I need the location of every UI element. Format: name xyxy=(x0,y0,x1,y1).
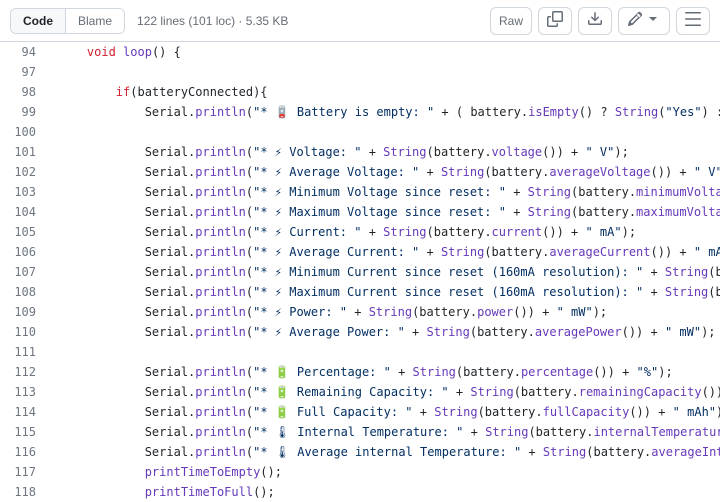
file-toolbar: Code Blame 122 lines (101 loc) · 5.35 KB… xyxy=(0,0,720,42)
code-line[interactable]: 104 Serial.println("* ⚡ Maximum Voltage … xyxy=(0,202,720,222)
code-content: Serial.println("* ⚡ Average Current: " +… xyxy=(50,242,720,262)
edit-button[interactable] xyxy=(618,7,670,35)
line-number[interactable]: 97 xyxy=(0,62,50,82)
code-content: Serial.println("* ⚡ Maximum Current sinc… xyxy=(50,282,720,302)
code-content: Serial.println("* 🪫 Battery is empty: " … xyxy=(50,102,720,122)
code-line[interactable]: 98 if(batteryConnected){ xyxy=(0,82,720,102)
code-content: Serial.println("* ⚡ Average Voltage: " +… xyxy=(50,162,720,182)
code-line[interactable]: 100 xyxy=(0,122,720,142)
code-content xyxy=(50,122,720,142)
code-content: Serial.println("* ⚡ Voltage: " + String(… xyxy=(50,142,720,162)
line-number[interactable]: 110 xyxy=(0,322,50,342)
code-content: printTimeToFull(); xyxy=(50,482,720,502)
code-content: Serial.println("* ⚡ Power: " + String(ba… xyxy=(50,302,720,322)
code-line[interactable]: 117 printTimeToEmpty(); xyxy=(0,462,720,482)
toolbar-actions: Raw xyxy=(490,7,710,35)
code-content: Serial.println("* 🌡 Internal Temperature… xyxy=(50,422,720,442)
line-number[interactable]: 108 xyxy=(0,282,50,302)
code-content xyxy=(50,62,720,82)
pencil-icon xyxy=(627,11,643,30)
code-content: Serial.println("* ⚡ Current: " + String(… xyxy=(50,222,720,242)
line-number[interactable]: 118 xyxy=(0,482,50,502)
code-line[interactable]: 111 xyxy=(0,342,720,362)
view-toggle: Code Blame xyxy=(10,8,125,34)
code-tab[interactable]: Code xyxy=(11,9,65,33)
chevron-down-icon xyxy=(645,11,661,30)
line-number[interactable]: 100 xyxy=(0,122,50,142)
file-meta: 122 lines (101 loc) · 5.35 KB xyxy=(137,14,288,28)
copy-button[interactable] xyxy=(538,7,572,35)
code-line[interactable]: 114 Serial.println("* 🔋 Full Capacity: "… xyxy=(0,402,720,422)
line-number[interactable]: 94 xyxy=(0,42,50,62)
code-line[interactable]: 109 Serial.println("* ⚡ Power: " + Strin… xyxy=(0,302,720,322)
code-line[interactable]: 112 Serial.println("* 🔋 Percentage: " + … xyxy=(0,362,720,382)
code-content: Serial.println("* ⚡ Maximum Voltage sinc… xyxy=(50,202,720,222)
code-content: Serial.println("* ⚡ Average Power: " + S… xyxy=(50,322,720,342)
code-content: Serial.println("* 🌡 Average internal Tem… xyxy=(50,442,720,462)
code-content: Serial.println("* 🔋 Remaining Capacity: … xyxy=(50,382,720,402)
code-line[interactable]: 97 xyxy=(0,62,720,82)
line-number[interactable]: 115 xyxy=(0,422,50,442)
code-line[interactable]: 101 Serial.println("* ⚡ Voltage: " + Str… xyxy=(0,142,720,162)
code-content: Serial.println("* 🔋 Percentage: " + Stri… xyxy=(50,362,720,382)
download-button[interactable] xyxy=(578,7,612,35)
code-line[interactable]: 94 void loop() { xyxy=(0,42,720,62)
code-line[interactable]: 115 Serial.println("* 🌡 Internal Tempera… xyxy=(0,422,720,442)
code-content: Serial.println("* ⚡ Minimum Voltage sinc… xyxy=(50,182,720,202)
symbols-button[interactable] xyxy=(676,7,710,35)
line-number[interactable]: 117 xyxy=(0,462,50,482)
line-number[interactable]: 101 xyxy=(0,142,50,162)
code-view[interactable]: 94 void loop() {9798 if(batteryConnected… xyxy=(0,42,720,502)
code-line[interactable]: 105 Serial.println("* ⚡ Current: " + Str… xyxy=(0,222,720,242)
code-line[interactable]: 110 Serial.println("* ⚡ Average Power: "… xyxy=(0,322,720,342)
symbols-icon xyxy=(685,11,701,30)
code-line[interactable]: 116 Serial.println("* 🌡 Average internal… xyxy=(0,442,720,462)
code-content xyxy=(50,342,720,362)
copy-icon xyxy=(547,11,563,30)
code-line[interactable]: 103 Serial.println("* ⚡ Minimum Voltage … xyxy=(0,182,720,202)
code-content: printTimeToEmpty(); xyxy=(50,462,720,482)
code-line[interactable]: 118 printTimeToFull(); xyxy=(0,482,720,502)
code-line[interactable]: 106 Serial.println("* ⚡ Average Current:… xyxy=(0,242,720,262)
line-number[interactable]: 106 xyxy=(0,242,50,262)
line-number[interactable]: 111 xyxy=(0,342,50,362)
line-number[interactable]: 109 xyxy=(0,302,50,322)
blame-tab[interactable]: Blame xyxy=(65,9,124,33)
code-line[interactable]: 102 Serial.println("* ⚡ Average Voltage:… xyxy=(0,162,720,182)
code-line[interactable]: 108 Serial.println("* ⚡ Maximum Current … xyxy=(0,282,720,302)
line-number[interactable]: 107 xyxy=(0,262,50,282)
code-line[interactable]: 113 Serial.println("* 🔋 Remaining Capaci… xyxy=(0,382,720,402)
line-number[interactable]: 102 xyxy=(0,162,50,182)
line-number[interactable]: 113 xyxy=(0,382,50,402)
code-content: void loop() { xyxy=(50,42,720,62)
line-number[interactable]: 112 xyxy=(0,362,50,382)
download-icon xyxy=(587,11,603,30)
code-content: if(batteryConnected){ xyxy=(50,82,720,102)
raw-button[interactable]: Raw xyxy=(490,7,532,35)
code-content: Serial.println("* ⚡ Minimum Current sinc… xyxy=(50,262,720,282)
line-number[interactable]: 99 xyxy=(0,102,50,122)
code-content: Serial.println("* 🔋 Full Capacity: " + S… xyxy=(50,402,720,422)
line-number[interactable]: 103 xyxy=(0,182,50,202)
line-number[interactable]: 98 xyxy=(0,82,50,102)
line-number[interactable]: 116 xyxy=(0,442,50,462)
code-line[interactable]: 107 Serial.println("* ⚡ Minimum Current … xyxy=(0,262,720,282)
line-number[interactable]: 104 xyxy=(0,202,50,222)
line-number[interactable]: 105 xyxy=(0,222,50,242)
code-line[interactable]: 99 Serial.println("* 🪫 Battery is empty:… xyxy=(0,102,720,122)
line-number[interactable]: 114 xyxy=(0,402,50,422)
